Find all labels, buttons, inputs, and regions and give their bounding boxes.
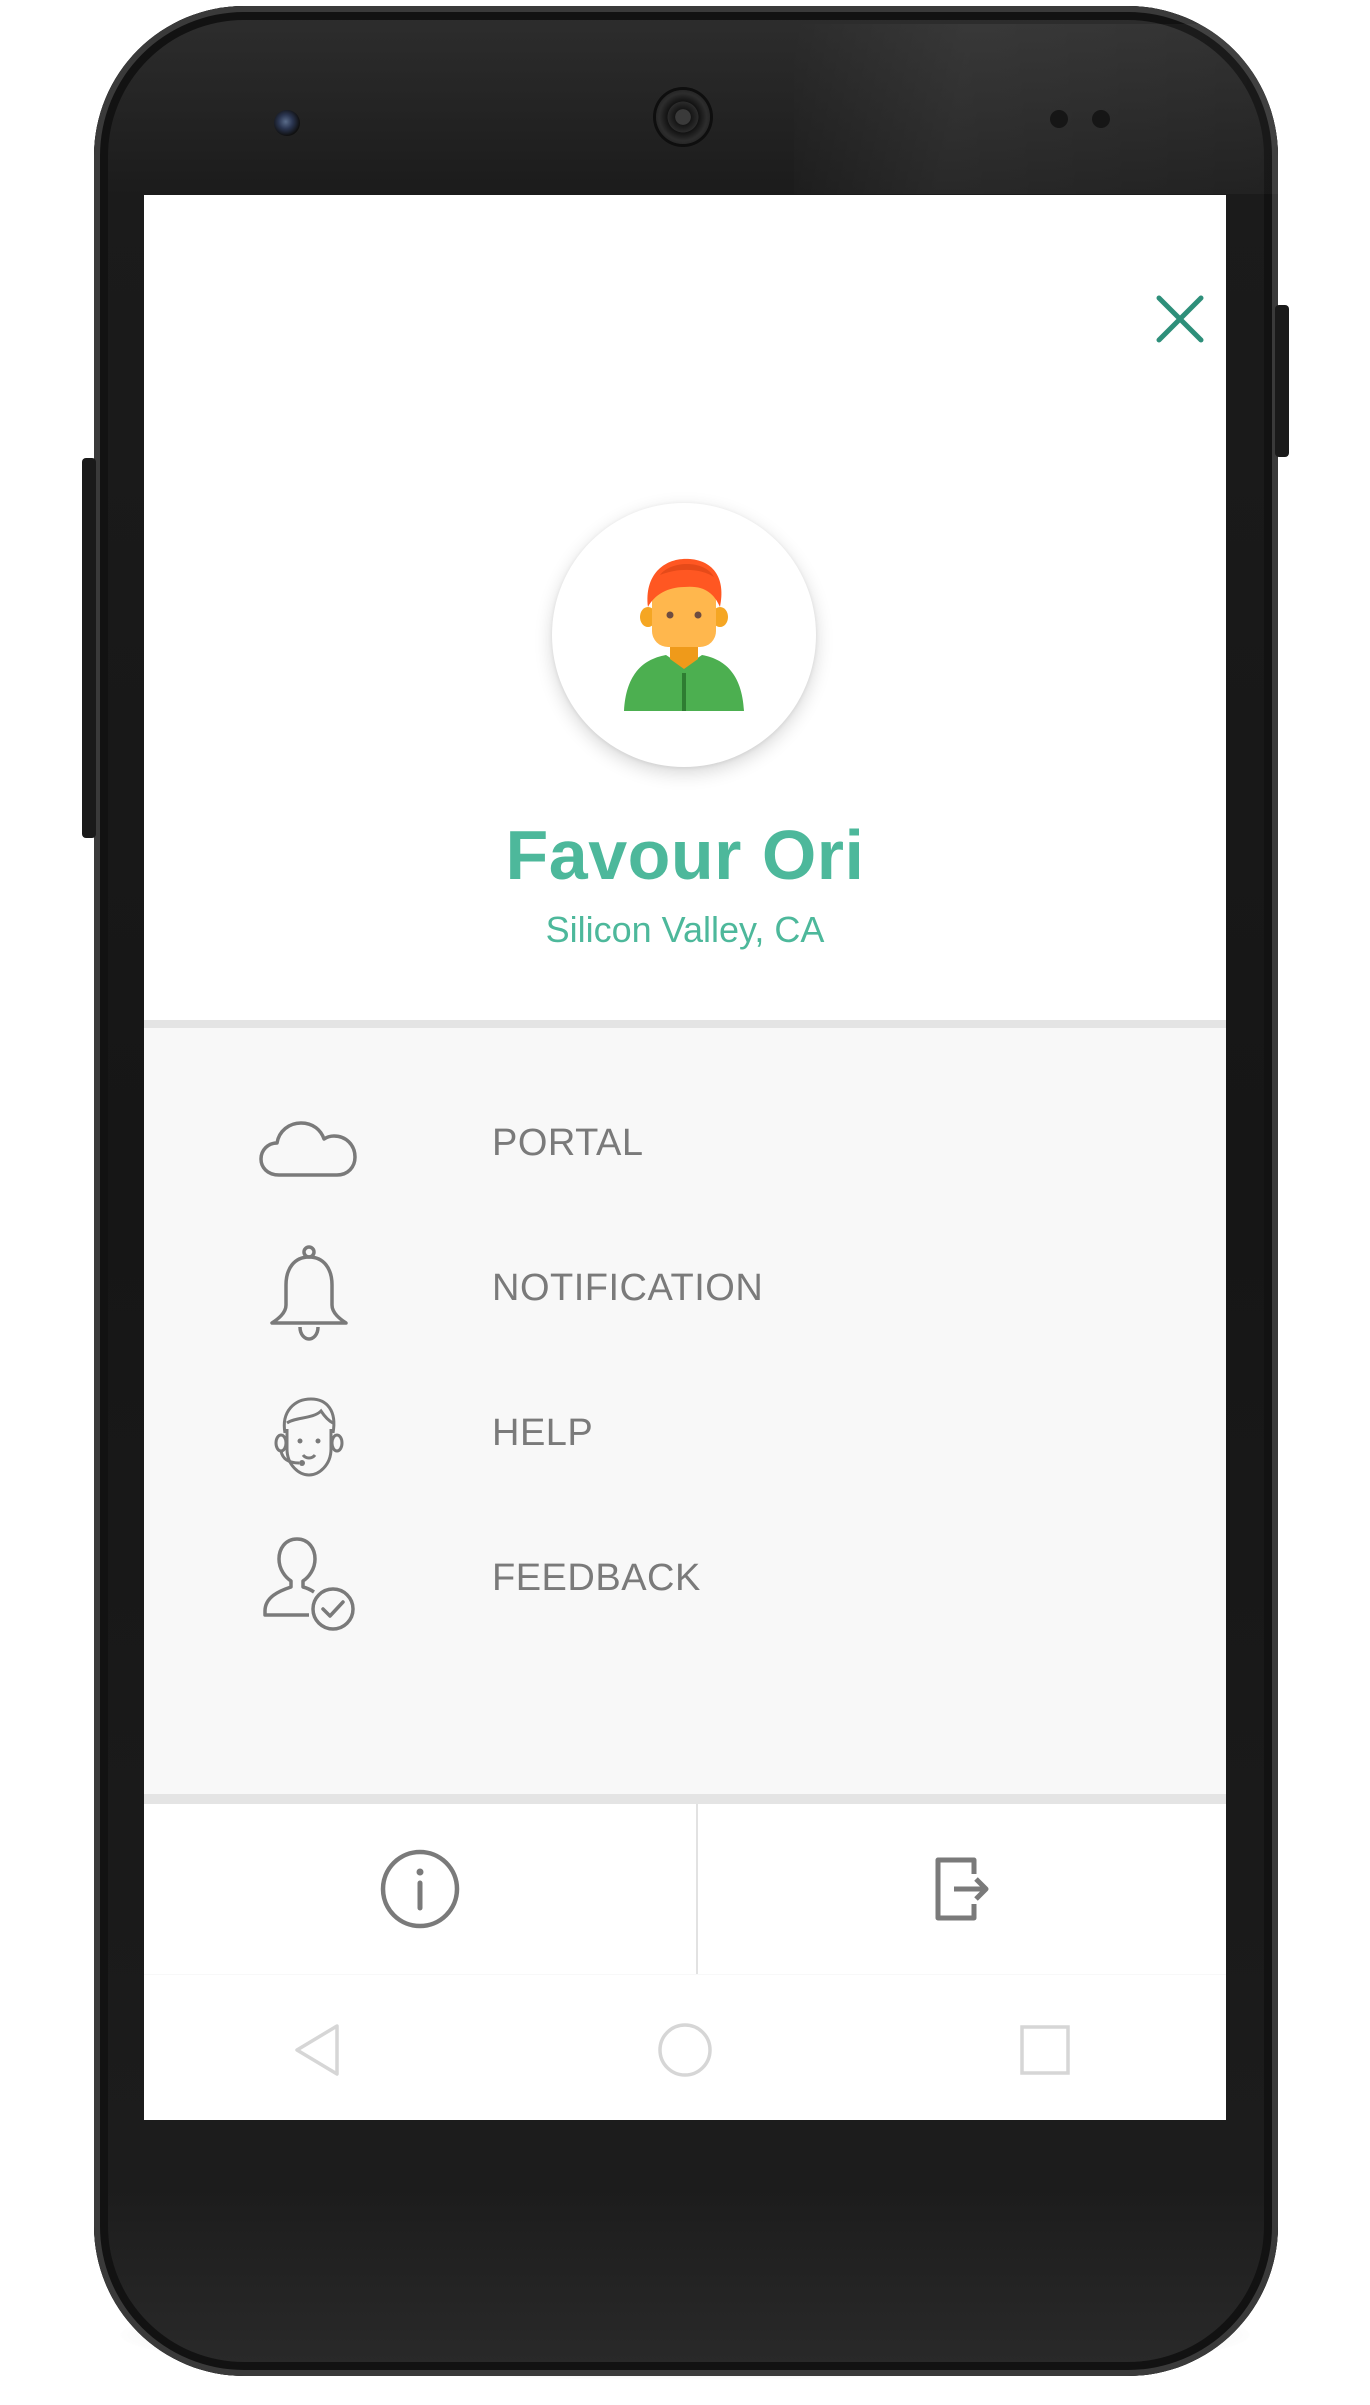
menu-item-feedback[interactable]: FEEDBACK <box>144 1513 1226 1643</box>
android-nav-bar <box>144 1975 1226 2120</box>
close-icon <box>1156 295 1204 343</box>
info-icon <box>380 1849 460 1929</box>
phone-glare <box>794 24 1354 194</box>
home-button[interactable] <box>640 2005 730 2095</box>
volume-button <box>82 458 96 838</box>
proximity-sensor <box>1050 110 1068 128</box>
profile-location: Silicon Valley, CA <box>545 909 825 950</box>
app-screen: Favour Ori Silicon Valley, CA PORTAL NOT… <box>144 195 1226 2120</box>
back-button[interactable] <box>274 2005 364 2095</box>
menu-item-portal[interactable]: PORTAL <box>144 1078 1226 1208</box>
bottom-action-bar <box>144 1804 1226 1974</box>
person-avatar-icon <box>624 558 744 711</box>
logout-button[interactable] <box>698 1804 1226 1974</box>
menu-item-label: HELP <box>492 1412 594 1454</box>
menu-item-label: NOTIFICATION <box>492 1267 764 1309</box>
menu-item-notification[interactable]: NOTIFICATION <box>144 1223 1226 1353</box>
back-triangle-icon <box>295 2024 339 2076</box>
menu-item-label: PORTAL <box>492 1122 644 1164</box>
info-button[interactable] <box>144 1804 696 1974</box>
menu-item-help[interactable]: HELP <box>144 1368 1226 1498</box>
bell-icon <box>270 1245 348 1341</box>
light-sensor <box>1092 110 1110 128</box>
cloud-icon <box>259 1121 357 1177</box>
recents-square-icon <box>1020 2025 1070 2075</box>
avatar[interactable] <box>552 503 816 767</box>
divider <box>144 1020 1226 1028</box>
home-circle-icon <box>658 2023 712 2077</box>
user-check-icon <box>263 1537 355 1631</box>
recents-button[interactable] <box>1000 2005 1090 2095</box>
profile-name: Favour Ori <box>505 816 865 894</box>
menu-item-label: FEEDBACK <box>492 1557 701 1599</box>
divider <box>144 1794 1226 1804</box>
power-button <box>1275 305 1289 457</box>
support-agent-icon <box>274 1397 344 1477</box>
earpiece-speaker <box>656 90 710 144</box>
close-button[interactable] <box>1144 283 1216 355</box>
logout-icon <box>935 1857 989 1921</box>
front-camera <box>274 110 300 136</box>
